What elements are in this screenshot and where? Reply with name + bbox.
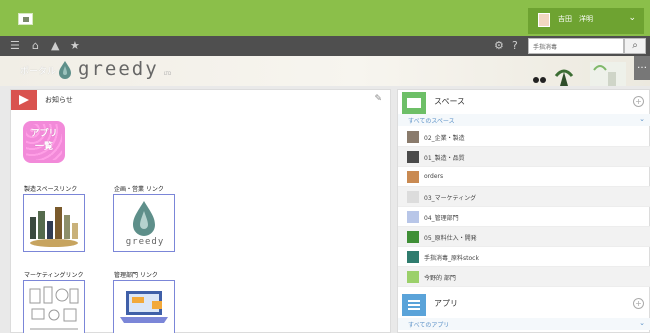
app-list-link[interactable]: アプリ 一覧 bbox=[23, 121, 65, 163]
space-filter-select[interactable]: すべてのスペース ⌄ bbox=[398, 114, 650, 126]
gear-icon[interactable]: ⚙ bbox=[494, 39, 504, 52]
space-filter-label: すべてのスペース bbox=[408, 118, 455, 125]
portal-label: ポータル bbox=[20, 67, 57, 77]
laptop-image bbox=[120, 291, 168, 323]
megaphone-icon bbox=[11, 90, 37, 110]
app-filter-label: すべてのアプリ bbox=[408, 322, 450, 329]
brand-logo: greedy bbox=[78, 58, 159, 80]
tile-label: 企画・営業 リンク bbox=[114, 186, 164, 193]
top-bar: 吉田 洋明 ⌄ bbox=[0, 0, 650, 36]
edit-icon[interactable]: ✎ bbox=[374, 94, 382, 104]
chevron-down-icon: ⌄ bbox=[628, 13, 636, 23]
space-item[interactable]: 手指消毒_原料stock bbox=[398, 247, 650, 267]
space-label: 02_企業・製造 bbox=[424, 135, 465, 142]
tile-label: 管理部門 リンク bbox=[114, 272, 158, 279]
space-label: 今野的 部門 bbox=[424, 275, 456, 282]
chevron-down-icon: ⌄ bbox=[639, 319, 645, 327]
notice-panel: お知らせ ✎ アプリ 一覧 製造スペースリンク 企画・営業 リンク greedy… bbox=[10, 89, 391, 333]
help-icon[interactable]: ? bbox=[512, 39, 518, 52]
manufacturing-space-link[interactable]: 製造スペースリンク bbox=[23, 186, 85, 252]
drop-logo-icon bbox=[59, 61, 71, 79]
space-label: 手指消毒_原料stock bbox=[424, 255, 479, 262]
more-button[interactable]: … bbox=[634, 56, 650, 80]
space-thumbnail bbox=[407, 271, 419, 283]
brand-sub: LTD bbox=[164, 71, 172, 76]
app-icon bbox=[402, 294, 426, 316]
space-item[interactable]: 04_管理部門 bbox=[398, 207, 650, 227]
user-menu[interactable]: 吉田 洋明 ⌄ bbox=[528, 8, 644, 34]
space-item[interactable]: 02_企業・製造 bbox=[398, 127, 650, 147]
chevron-down-icon: ⌄ bbox=[639, 115, 645, 123]
bell-icon[interactable]: ▲ bbox=[51, 39, 59, 52]
portal-page: 吉田 洋明 ⌄ ☰ ⌂ ▲ ★ ⚙ ? 手指消毒 ⌕ ポータル greedy L… bbox=[0, 0, 650, 333]
space-thumbnail bbox=[407, 231, 419, 243]
bottles-image bbox=[30, 207, 78, 247]
tile-label: マーケティングリンク bbox=[24, 272, 84, 279]
space-icon bbox=[402, 92, 426, 114]
space-label: 03_マーケティング bbox=[424, 195, 477, 202]
space-thumbnail bbox=[407, 191, 419, 203]
search-button[interactable]: ⌕ bbox=[624, 38, 646, 54]
sketch-image bbox=[29, 286, 79, 330]
space-thumbnail bbox=[407, 131, 419, 143]
search-input[interactable]: 手指消毒 bbox=[528, 38, 624, 54]
space-label: 01_製造・品質 bbox=[424, 155, 465, 162]
tile-art-text: greedy bbox=[125, 237, 165, 247]
space-thumbnail bbox=[407, 211, 419, 223]
avatar bbox=[538, 13, 550, 27]
add-app-icon[interactable]: + bbox=[633, 298, 644, 309]
space-thumbnail bbox=[407, 171, 419, 183]
user-name: 吉田 洋明 bbox=[558, 15, 593, 23]
home-logo-icon[interactable] bbox=[18, 13, 33, 25]
marketing-link[interactable]: マーケティングリンク bbox=[23, 272, 85, 333]
space-label: orders bbox=[424, 173, 444, 180]
admin-dept-link[interactable]: 管理部門 リンク bbox=[113, 272, 175, 333]
space-thumbnail bbox=[407, 151, 419, 163]
add-space-icon[interactable]: + bbox=[633, 96, 644, 107]
space-item[interactable]: 03_マーケティング bbox=[398, 187, 650, 207]
space-item[interactable]: 05_原料仕入・開発 bbox=[398, 227, 650, 247]
planning-sales-link[interactable]: 企画・営業 リンク greedy bbox=[113, 186, 175, 252]
star-icon[interactable]: ★ bbox=[70, 39, 80, 52]
plant-decoration bbox=[533, 62, 626, 86]
space-thumbnail bbox=[407, 251, 419, 263]
app-filter-select[interactable]: すべてのアプリ ⌄ bbox=[398, 318, 650, 330]
tile-label: 製造スペースリンク bbox=[24, 186, 78, 193]
space-label: 05_原料仕入・開発 bbox=[424, 235, 477, 242]
home-icon[interactable]: ⌂ bbox=[32, 39, 39, 52]
notice-title: お知らせ bbox=[45, 96, 73, 104]
app-list-label: アプリ 一覧 bbox=[30, 129, 58, 152]
spaces-title: スペース bbox=[434, 97, 466, 106]
side-panel: スペース + すべてのスペース ⌄ 02_企業・製造 01_製造・品質 orde… bbox=[397, 89, 650, 333]
space-item[interactable]: 今野的 部門 bbox=[398, 267, 650, 287]
apps-title: アプリ bbox=[434, 299, 458, 308]
space-item[interactable]: orders bbox=[398, 167, 650, 187]
space-item[interactable]: 01_製造・品質 bbox=[398, 147, 650, 167]
space-label: 04_管理部門 bbox=[424, 215, 459, 222]
menu-icon[interactable]: ☰ bbox=[10, 39, 20, 52]
